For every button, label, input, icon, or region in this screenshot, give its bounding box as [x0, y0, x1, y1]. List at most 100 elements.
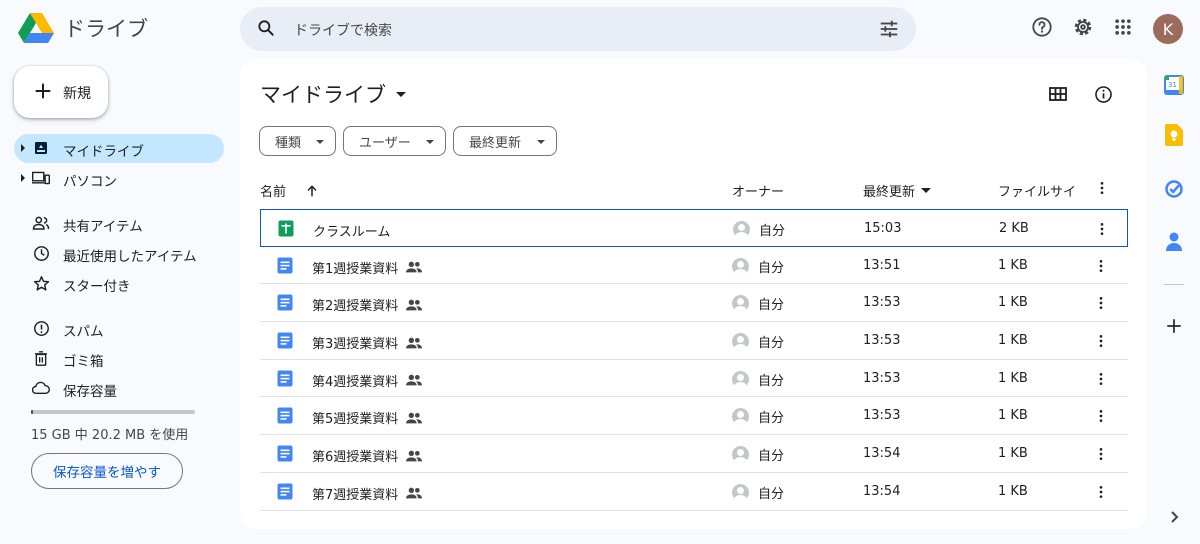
file-name: 第6週授業資料	[312, 450, 399, 466]
owner-name: 自分	[758, 449, 785, 465]
nav-label: マイドライブ	[63, 144, 144, 160]
file-row[interactable]: 第4週授業資料 自分 13:53 1 KB	[260, 360, 1128, 398]
dropdown-arrow-icon	[396, 91, 406, 97]
owner-avatar-icon	[732, 408, 749, 426]
file-row[interactable]: 第7週授業資料 自分 13:54 1 KB	[260, 473, 1128, 511]
owner-name: 自分	[758, 486, 785, 502]
new-button[interactable]: 新規	[14, 66, 108, 118]
file-name: 第4週授業資料	[312, 374, 399, 390]
settings-icon[interactable]	[1072, 16, 1094, 38]
expand-caret-icon[interactable]	[21, 144, 25, 152]
expand-caret-icon[interactable]	[21, 174, 25, 182]
filter-chip-label: 最終更新	[469, 135, 522, 151]
nav-item-my-drive[interactable]: マイドライブ	[14, 134, 224, 163]
nav-item-shared[interactable]: 共有アイテム	[14, 209, 224, 238]
page-title-dropdown[interactable]: マイドライブ	[260, 79, 406, 109]
file-row[interactable]: 第5週授業資料 自分 13:53 1 KB	[260, 397, 1128, 436]
file-name: 第3週授業資料	[312, 337, 399, 353]
account-avatar[interactable]: K	[1153, 14, 1183, 44]
google-docs-icon	[277, 483, 293, 500]
more-actions-icon[interactable]	[1092, 407, 1110, 425]
search-options-icon[interactable]	[878, 18, 900, 44]
nav-label: スター付き	[63, 279, 131, 295]
filter-modified-chip[interactable]: 最終更新	[453, 126, 557, 156]
filter-type-chip[interactable]: 種類	[259, 126, 336, 156]
sort-arrow-up-icon[interactable]	[304, 183, 320, 199]
modified-time: 13:53	[863, 370, 901, 386]
new-button-label: 新規	[63, 86, 91, 102]
modified-time: 13:54	[863, 483, 901, 499]
search-icon[interactable]	[256, 18, 276, 42]
modified-time: 13:53	[863, 408, 901, 424]
nav-item-spam[interactable]: スパム	[14, 314, 224, 343]
get-more-storage-button[interactable]: 保存容量を増やす	[31, 453, 183, 489]
column-header-owner[interactable]: オーナー	[732, 181, 784, 200]
owner-name: 自分	[759, 224, 786, 239]
owner-cell: 自分	[733, 220, 785, 239]
file-row[interactable]: クラスルーム 自分 15:03 2 KB	[260, 209, 1128, 247]
more-actions-icon[interactable]	[1093, 220, 1111, 238]
main-panel: マイドライブ 種類 ユーザー 最終更新 名前 オーナー 最終更新 ファイルサイ …	[240, 59, 1147, 529]
nav-label: パソコン	[63, 174, 117, 190]
search-bar[interactable]: ドライブで検索	[240, 7, 916, 51]
file-size: 1 KB	[998, 333, 1028, 349]
spam-icon	[32, 319, 50, 337]
tasks-icon[interactable]	[1163, 178, 1185, 200]
column-header-name[interactable]: 名前	[260, 181, 320, 200]
keep-icon[interactable]	[1163, 124, 1185, 146]
owner-cell: 自分	[732, 445, 784, 464]
nav-item-computers[interactable]: パソコン	[14, 164, 224, 193]
search-input[interactable]: ドライブで検索	[294, 20, 392, 40]
nav-item-starred[interactable]: スター付き	[14, 269, 224, 298]
info-icon[interactable]	[1091, 82, 1115, 106]
file-name-cell: 第6週授業資料	[312, 446, 423, 466]
add-addon-plus-icon[interactable]	[1163, 315, 1185, 337]
more-actions-icon[interactable]	[1092, 332, 1110, 350]
grid-view-icon[interactable]	[1046, 82, 1070, 106]
nav-item-recent[interactable]: 最近使用したアイテム	[14, 239, 224, 268]
cloud-icon	[32, 379, 50, 397]
column-label: オーナー	[732, 185, 785, 200]
more-actions-icon[interactable]	[1092, 294, 1110, 312]
apps-icon[interactable]	[1112, 16, 1134, 38]
file-row[interactable]: 第3週授業資料 自分 13:53 1 KB	[260, 322, 1128, 360]
contacts-icon[interactable]	[1163, 231, 1185, 253]
file-name: クラスルーム	[313, 225, 391, 240]
rail-divider	[1164, 284, 1184, 285]
filter-people-chip[interactable]: ユーザー	[343, 126, 446, 156]
file-row[interactable]: 第2週授業資料 自分 13:53 1 KB	[260, 284, 1128, 323]
google-docs-icon	[277, 445, 293, 462]
shared-people-icon	[406, 337, 423, 349]
file-row[interactable]: 第6週授業資料 自分 13:54 1 KB	[260, 435, 1128, 473]
file-name-cell: 第3週授業資料	[312, 333, 423, 353]
shared-people-icon	[406, 261, 423, 273]
more-actions-icon[interactable]	[1092, 445, 1110, 463]
column-header-size[interactable]: ファイルサイ	[998, 181, 1076, 200]
file-row[interactable]: 第1週授業資料 自分 13:51 1 KB	[260, 247, 1128, 285]
owner-avatar-icon	[733, 221, 750, 238]
owner-name: 自分	[758, 336, 785, 352]
more-actions-icon[interactable]	[1092, 370, 1110, 388]
file-name-cell: 第1週授業資料	[312, 258, 423, 277]
modified-time: 13:53	[863, 333, 901, 349]
column-header-modified[interactable]: 最終更新	[863, 181, 932, 200]
chevron-right-icon[interactable]	[1163, 506, 1185, 528]
more-actions-icon[interactable]	[1092, 257, 1110, 275]
help-icon[interactable]	[1031, 16, 1053, 38]
nav-item-storage[interactable]: 保存容量	[14, 374, 224, 403]
file-size: 1 KB	[998, 446, 1028, 462]
modified-time: 13:54	[863, 446, 901, 462]
star-icon	[32, 274, 50, 292]
more-actions-icon[interactable]	[1092, 483, 1110, 501]
plus-icon	[32, 80, 54, 106]
drive-logo[interactable]: ドライブ	[18, 12, 148, 44]
nav-label: ゴミ箱	[63, 354, 104, 370]
calendar-icon[interactable]: 31	[1163, 74, 1185, 96]
svg-text:31: 31	[1168, 81, 1177, 89]
owner-avatar-icon	[732, 483, 749, 501]
column-options-icon[interactable]	[1094, 180, 1110, 196]
nav-item-trash[interactable]: ゴミ箱	[14, 344, 224, 373]
shared-people-icon	[406, 450, 423, 462]
column-label: 最終更新	[863, 185, 916, 200]
chevron-down-icon	[537, 140, 545, 144]
